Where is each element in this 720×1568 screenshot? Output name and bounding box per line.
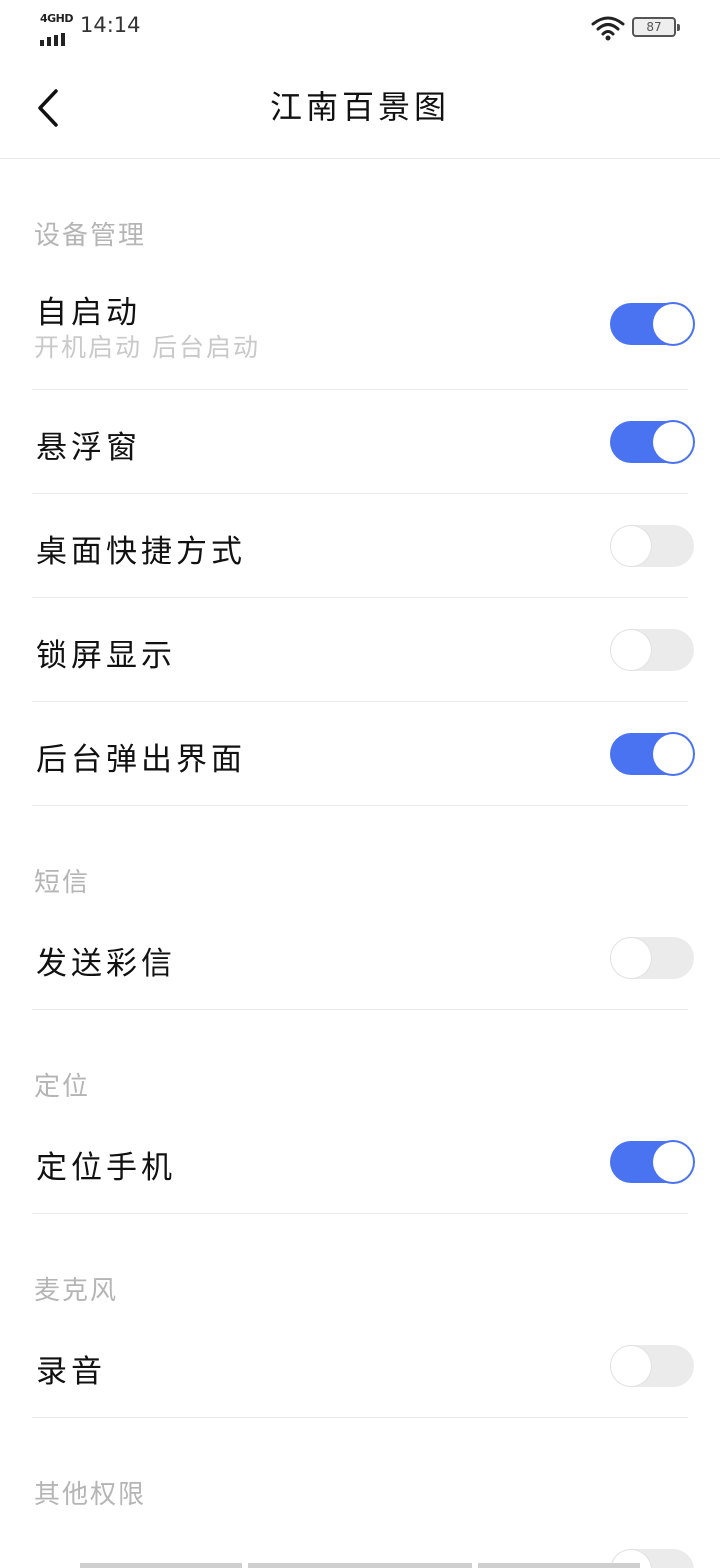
permission-label: 后台弹出界面 [36,742,246,778]
send-mms-toggle[interactable] [610,937,694,979]
cellular-signal-icon: 4GHD [40,12,74,46]
permission-row-cut-off[interactable] [0,1518,720,1568]
status-time: 14:14 [80,13,141,37]
permission-row-lock-screen-display[interactable]: 锁屏显示 [0,598,720,702]
autostart-toggle[interactable] [610,303,694,345]
permission-description: 开机启动 后台启动 [34,333,260,362]
scroll-indicator [80,1563,242,1568]
network-type: 4GHD [40,12,74,25]
desktop-shortcut-toggle[interactable] [610,525,694,567]
section-header-sms: 短信 [0,806,720,906]
permission-row-floating-window[interactable]: 悬浮窗 [0,390,720,494]
permission-label: 锁屏显示 [36,638,176,674]
background-popup-toggle[interactable] [610,733,694,775]
wifi-icon [591,16,625,41]
permission-row-send-mms[interactable]: 发送彩信 [0,906,720,1010]
locate-phone-toggle[interactable] [610,1141,694,1183]
permission-row-record-audio[interactable]: 录音 [0,1314,720,1418]
permission-row-desktop-shortcut[interactable]: 桌面快捷方式 [0,494,720,598]
section-title: 其他权限 [34,1480,147,1510]
section-title: 短信 [34,868,91,898]
section-header-microphone: 麦克风 [0,1214,720,1314]
permission-row-locate-phone[interactable]: 定位手机 [0,1110,720,1214]
battery-icon: 87 [632,17,680,37]
scroll-indicator [478,1563,640,1568]
scroll-indicator [248,1563,472,1568]
section-header-location: 定位 [0,1010,720,1110]
status-bar: 4GHD 14:14 87 [0,0,720,52]
section-title: 定位 [34,1072,91,1102]
section-header-device-management: 设备管理 [0,159,720,259]
permission-label: 录音 [36,1354,106,1390]
section-title: 设备管理 [34,221,147,251]
floating-window-toggle[interactable] [610,421,694,463]
permission-label: 发送彩信 [36,946,176,982]
permission-row-background-popup[interactable]: 后台弹出界面 [0,702,720,806]
permission-label: 定位手机 [36,1150,176,1186]
app-bar: 江南百景图 [0,52,720,159]
page-title: 江南百景图 [269,88,450,126]
permission-list: 设备管理 自启动 开机启动 后台启动 悬浮窗 桌面快捷方式 锁屏显示 后台弹出界… [0,159,720,1568]
battery-level: 87 [646,20,662,34]
section-header-other-permissions: 其他权限 [0,1418,720,1518]
permission-label: 桌面快捷方式 [36,534,246,570]
lock-screen-display-toggle[interactable] [610,629,694,671]
permission-row-autostart[interactable]: 自启动 开机启动 后台启动 [0,259,720,390]
record-audio-toggle[interactable] [610,1345,694,1387]
section-title: 麦克风 [34,1276,119,1306]
permission-label: 悬浮窗 [36,430,141,466]
permission-label: 自启动 [36,295,141,331]
